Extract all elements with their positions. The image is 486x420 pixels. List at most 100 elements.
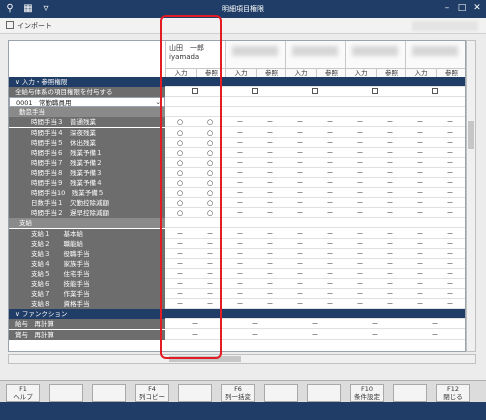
permission-none-cell[interactable]: － bbox=[408, 178, 432, 188]
permission-none-cell[interactable]: － bbox=[228, 239, 252, 249]
permission-none-cell[interactable]: － bbox=[438, 269, 462, 279]
permission-none-cell[interactable]: － bbox=[408, 168, 432, 178]
chevron-down-icon[interactable]: ∨ bbox=[15, 310, 22, 318]
permission-none-cell[interactable]: － bbox=[288, 269, 312, 279]
permission-granted-cell[interactable]: ○ bbox=[168, 198, 192, 208]
permission-none-cell[interactable]: － bbox=[168, 259, 192, 269]
permission-none-cell[interactable]: － bbox=[258, 269, 282, 279]
permission-none-cell[interactable]: － bbox=[348, 178, 372, 188]
permission-none-cell[interactable]: － bbox=[438, 117, 462, 127]
permission-none-cell[interactable]: － bbox=[348, 128, 372, 138]
permission-none-cell[interactable]: － bbox=[378, 269, 402, 279]
chevron-down-icon[interactable]: ∨ bbox=[15, 78, 22, 86]
permission-none-cell[interactable]: － bbox=[168, 289, 192, 299]
permission-none-cell[interactable]: － bbox=[243, 330, 267, 340]
permission-none-cell[interactable]: － bbox=[228, 198, 252, 208]
fkey-empty-button[interactable] bbox=[92, 384, 126, 402]
permission-none-cell[interactable]: － bbox=[258, 168, 282, 178]
permission-granted-cell[interactable]: ○ bbox=[198, 158, 222, 168]
permission-none-cell[interactable]: － bbox=[378, 279, 402, 289]
permission-none-cell[interactable]: － bbox=[318, 229, 342, 239]
permission-none-cell[interactable]: － bbox=[183, 330, 207, 340]
permission-none-cell[interactable]: － bbox=[363, 319, 387, 329]
permission-none-cell[interactable]: － bbox=[228, 188, 252, 198]
permission-none-cell[interactable]: － bbox=[348, 269, 372, 279]
fkey-f10-button[interactable]: F10 条件設定 bbox=[350, 384, 384, 402]
permission-granted-cell[interactable]: ○ bbox=[168, 148, 192, 158]
permission-none-cell[interactable]: － bbox=[348, 198, 372, 208]
permission-none-cell[interactable]: － bbox=[348, 148, 372, 158]
permission-none-cell[interactable]: － bbox=[348, 299, 372, 309]
permission-none-cell[interactable]: － bbox=[378, 239, 402, 249]
permission-none-cell[interactable]: － bbox=[318, 279, 342, 289]
permission-none-cell[interactable]: － bbox=[408, 269, 432, 279]
permission-none-cell[interactable]: － bbox=[288, 178, 312, 188]
permission-none-cell[interactable]: － bbox=[438, 158, 462, 168]
permission-none-cell[interactable]: － bbox=[348, 188, 372, 198]
permission-none-cell[interactable]: － bbox=[378, 188, 402, 198]
fkey-f12-button[interactable]: F12 閉じる bbox=[436, 384, 470, 402]
permission-none-cell[interactable]: － bbox=[438, 259, 462, 269]
permission-none-cell[interactable]: － bbox=[408, 188, 432, 198]
permission-none-cell[interactable]: － bbox=[348, 239, 372, 249]
permission-none-cell[interactable]: － bbox=[198, 289, 222, 299]
permission-none-cell[interactable]: － bbox=[408, 198, 432, 208]
permission-granted-cell[interactable]: ○ bbox=[168, 178, 192, 188]
permission-granted-cell[interactable]: ○ bbox=[168, 188, 192, 198]
permission-none-cell[interactable]: － bbox=[438, 168, 462, 178]
permission-none-cell[interactable]: － bbox=[408, 229, 432, 239]
permission-none-cell[interactable]: － bbox=[228, 259, 252, 269]
permission-none-cell[interactable]: － bbox=[228, 168, 252, 178]
permission-none-cell[interactable]: － bbox=[228, 299, 252, 309]
permission-none-cell[interactable]: － bbox=[363, 330, 387, 340]
permission-none-cell[interactable]: － bbox=[318, 148, 342, 158]
permission-none-cell[interactable]: － bbox=[378, 289, 402, 299]
permission-none-cell[interactable]: － bbox=[243, 319, 267, 329]
permission-none-cell[interactable]: － bbox=[318, 249, 342, 259]
user-column-header[interactable]: 入力参照 bbox=[285, 41, 346, 77]
permission-granted-cell[interactable]: ○ bbox=[198, 128, 222, 138]
permission-none-cell[interactable]: － bbox=[378, 117, 402, 127]
permission-none-cell[interactable]: － bbox=[198, 259, 222, 269]
permission-none-cell[interactable]: － bbox=[438, 138, 462, 148]
permission-none-cell[interactable]: － bbox=[228, 117, 252, 127]
permission-none-cell[interactable]: － bbox=[438, 148, 462, 158]
permission-none-cell[interactable]: － bbox=[408, 138, 432, 148]
permission-none-cell[interactable]: － bbox=[348, 279, 372, 289]
fkey-empty-button[interactable] bbox=[264, 384, 298, 402]
permission-none-cell[interactable]: － bbox=[288, 158, 312, 168]
permission-none-cell[interactable]: － bbox=[288, 279, 312, 289]
permission-none-cell[interactable]: － bbox=[258, 198, 282, 208]
permission-none-cell[interactable]: － bbox=[318, 128, 342, 138]
permission-none-cell[interactable]: － bbox=[438, 178, 462, 188]
user-column-header[interactable]: 入力参照 bbox=[345, 41, 406, 77]
permission-none-cell[interactable]: － bbox=[318, 208, 342, 218]
permission-none-cell[interactable]: － bbox=[228, 269, 252, 279]
permission-none-cell[interactable]: － bbox=[438, 229, 462, 239]
permission-none-cell[interactable]: － bbox=[378, 178, 402, 188]
permission-none-cell[interactable]: － bbox=[438, 299, 462, 309]
permission-none-cell[interactable]: － bbox=[168, 229, 192, 239]
permission-none-cell[interactable]: － bbox=[423, 319, 447, 329]
grant-all-checkbox[interactable] bbox=[312, 88, 318, 95]
permission-none-cell[interactable]: － bbox=[258, 158, 282, 168]
permission-none-cell[interactable]: － bbox=[378, 148, 402, 158]
permission-none-cell[interactable]: － bbox=[303, 330, 327, 340]
permission-none-cell[interactable]: － bbox=[318, 168, 342, 178]
user-column-header[interactable]: 山田 一郎 iyamada 入力 参照 bbox=[165, 41, 226, 77]
permission-none-cell[interactable]: － bbox=[168, 279, 192, 289]
permission-none-cell[interactable]: － bbox=[378, 259, 402, 269]
permission-none-cell[interactable]: － bbox=[258, 148, 282, 158]
permission-none-cell[interactable]: － bbox=[408, 259, 432, 269]
permission-none-cell[interactable]: － bbox=[228, 128, 252, 138]
permission-none-cell[interactable]: － bbox=[228, 178, 252, 188]
permission-none-cell[interactable]: － bbox=[348, 168, 372, 178]
permission-granted-cell[interactable]: ○ bbox=[198, 188, 222, 198]
permission-none-cell[interactable]: － bbox=[408, 128, 432, 138]
permission-none-cell[interactable]: － bbox=[318, 239, 342, 249]
permission-none-cell[interactable]: － bbox=[438, 128, 462, 138]
permission-none-cell[interactable]: － bbox=[408, 239, 432, 249]
permission-none-cell[interactable]: － bbox=[168, 239, 192, 249]
dropdown-icon[interactable]: ⌄ bbox=[156, 98, 161, 106]
permission-none-cell[interactable]: － bbox=[258, 279, 282, 289]
